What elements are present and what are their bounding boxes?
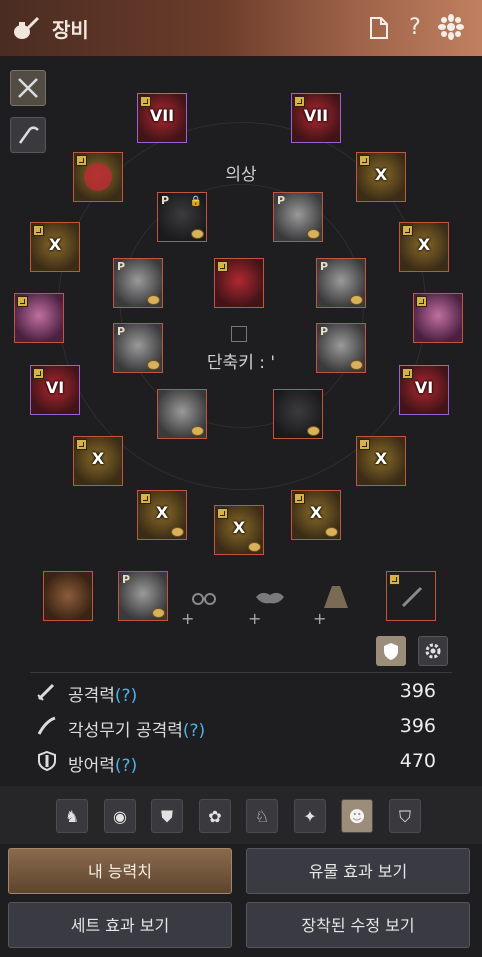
my-stats-button[interactable]: 내 능력치: [8, 848, 232, 894]
shield-toggle-icon[interactable]: [376, 636, 406, 666]
slot-costume-gloves[interactable]: P: [316, 258, 366, 308]
slot-costume-helmet[interactable]: P 🔒: [157, 192, 207, 242]
slot-accessory-flower[interactable]: P: [118, 571, 168, 621]
slot-earring-left[interactable]: X: [30, 222, 80, 272]
slot-main-weapon[interactable]: X: [137, 490, 187, 540]
profile-icon[interactable]: ☻: [341, 799, 373, 833]
stat-help[interactable]: (?): [115, 756, 137, 776]
scythe-icon[interactable]: [10, 117, 46, 153]
slot-gloves-left[interactable]: VI: [30, 365, 80, 415]
slot-necklace[interactable]: [73, 152, 123, 202]
slot-gloves-right[interactable]: VI: [399, 365, 449, 415]
awakening-sword-icon: [36, 715, 58, 737]
separator: [30, 672, 452, 673]
shortcut-label: 단축키 : ': [206, 353, 276, 373]
slot-costume-boots[interactable]: P: [113, 258, 163, 308]
slot-costume-main-weapon[interactable]: P: [113, 323, 163, 373]
gear-icon[interactable]: [418, 636, 448, 666]
slot-awakening-weapon[interactable]: X: [291, 490, 341, 540]
mask-icon[interactable]: ◉: [104, 799, 136, 833]
plus-icon: +: [181, 609, 195, 628]
stat-label: 공격력(?): [68, 686, 138, 706]
knight-icon[interactable]: ♘: [246, 799, 278, 833]
equipped-crystals-button[interactable]: 장착된 수정 보기: [246, 902, 470, 948]
stat-label: 각성무기 공격력(?): [68, 721, 206, 741]
stat-value: 396: [399, 715, 436, 737]
slot-helmet-left[interactable]: VII: [137, 93, 187, 143]
stat-attack: 공격력(?) 396: [36, 676, 440, 706]
shield-icon: [36, 750, 58, 772]
document-icon[interactable]: [366, 14, 392, 42]
horse-icon[interactable]: ♞: [56, 799, 88, 833]
help-button[interactable]: ?: [402, 14, 428, 42]
slot-costume-armor[interactable]: P: [273, 192, 323, 242]
slot-costume-face[interactable]: [214, 258, 264, 308]
window-title: 장비: [52, 18, 89, 42]
flower-gear-icon[interactable]: [438, 14, 464, 42]
relic-effects-button[interactable]: 유물 효과 보기: [246, 848, 470, 894]
window-header: 장비 ?: [0, 0, 482, 57]
slot-helmet-right[interactable]: VII: [291, 93, 341, 143]
slot-costume-sub-weapon[interactable]: P: [316, 323, 366, 373]
slot-sub-weapon[interactable]: X: [214, 505, 264, 555]
slot-ring-right[interactable]: X: [399, 222, 449, 272]
stat-help[interactable]: (?): [183, 721, 205, 741]
stat-help[interactable]: (?): [115, 686, 137, 706]
slot-costume-awakening[interactable]: [157, 389, 207, 439]
slot-artifact-right[interactable]: [413, 293, 463, 343]
stat-label: 방어력(?): [68, 756, 138, 776]
slot-belt-right[interactable]: X: [356, 436, 406, 486]
stat-defense: 방어력(?) 470: [36, 746, 440, 776]
stat-value: 396: [399, 680, 436, 702]
sword-icon: [36, 680, 58, 702]
costume-label: 의상: [225, 165, 257, 185]
sword-cross-icon[interactable]: [10, 70, 46, 106]
slot-belt-left[interactable]: X: [73, 436, 123, 486]
plus-icon: +: [313, 609, 327, 628]
potion-sword-icon: [12, 14, 40, 42]
paw-icon[interactable]: ✿: [199, 799, 231, 833]
stat-value: 470: [399, 750, 436, 772]
slot-tool[interactable]: [386, 571, 436, 621]
dancer-icon[interactable]: ✦: [294, 799, 326, 833]
lips-icon[interactable]: [254, 588, 286, 610]
shortcut-checkbox[interactable]: [231, 326, 247, 342]
slot-artifact-left[interactable]: [14, 293, 64, 343]
slot-costume-underwear[interactable]: [273, 389, 323, 439]
mode-bar: ♞ ◉ ⛊ ✿ ♘ ✦ ☻ ⛉: [0, 786, 482, 844]
slot-ring-top[interactable]: X: [356, 152, 406, 202]
shield-mode-icon[interactable]: ⛉: [389, 799, 421, 833]
slot-book[interactable]: [43, 571, 93, 621]
stat-awakening-attack: 각성무기 공격력(?) 396: [36, 711, 440, 741]
armor-icon[interactable]: ⛊: [151, 799, 183, 833]
set-effects-button[interactable]: 세트 효과 보기: [8, 902, 232, 948]
plus-icon: +: [248, 609, 262, 628]
